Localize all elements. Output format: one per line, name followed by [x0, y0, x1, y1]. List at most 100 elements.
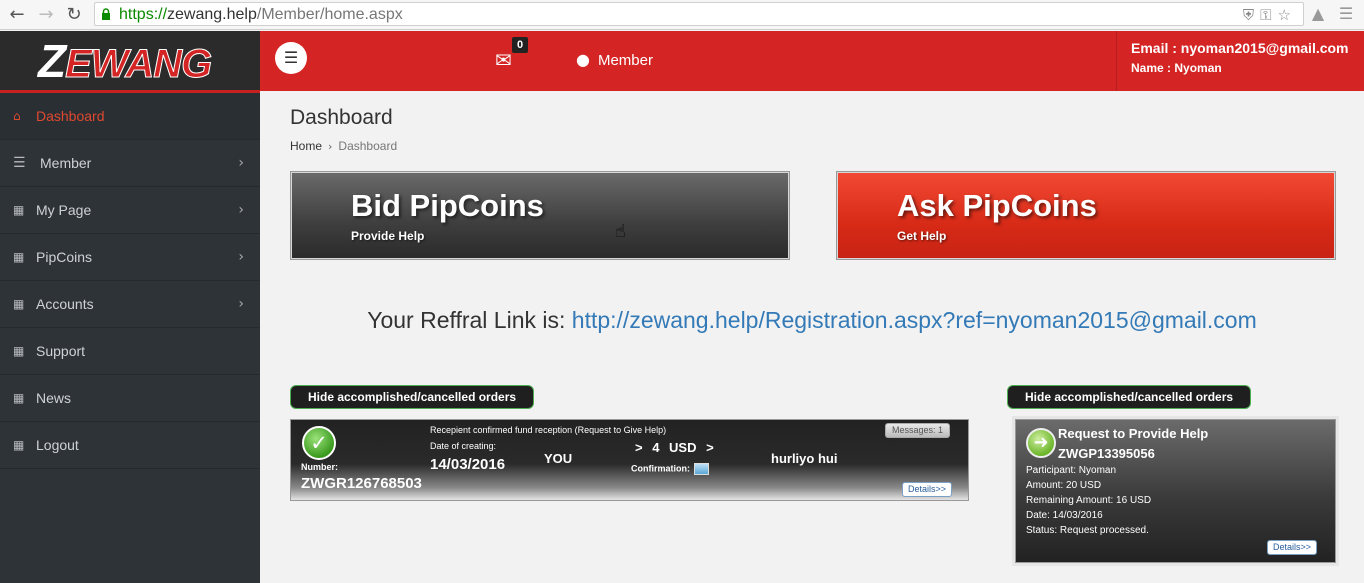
- hide-orders-button-right[interactable]: Hide accomplished/cancelled orders: [1007, 385, 1252, 409]
- envelope-icon[interactable]: ✉: [495, 48, 512, 72]
- bid-pipcoins-button[interactable]: Bid PipCoins Provide Help: [290, 171, 790, 260]
- sidebar-item-news[interactable]: ▦ News: [0, 375, 260, 422]
- sidebar-item-label: Support: [36, 343, 86, 359]
- mail-count-badge: 0: [512, 37, 529, 53]
- ask-title: Ask PipCoins: [897, 188, 1097, 223]
- breadcrumb: Home › Dashboard: [290, 139, 397, 153]
- table-icon: ▦: [13, 438, 25, 452]
- order-date: 14/03/2016: [430, 456, 506, 473]
- url-text: https://zewang.help/Member/home.aspx: [119, 6, 403, 24]
- table-icon: ▦: [13, 203, 25, 217]
- request-status: Status: Request processed.: [1026, 525, 1149, 536]
- check-icon: ✓: [302, 426, 336, 460]
- member-menu-link[interactable]: ● Member: [576, 50, 653, 69]
- request-card: ➜ Request to Provide Help ZWGP13395056 P…: [1015, 419, 1336, 563]
- messages-button[interactable]: Messages: 1: [885, 423, 951, 438]
- logo-area: ZEWANG: [0, 31, 260, 93]
- menu-toggle-button[interactable]: ☰: [275, 42, 307, 74]
- url-scheme: https://: [119, 6, 168, 23]
- ask-subtitle: Get Help: [897, 229, 947, 243]
- hide-orders-button-left[interactable]: Hide accomplished/cancelled orders: [290, 385, 535, 409]
- sidebar-item-support[interactable]: ▦ Support: [0, 328, 260, 375]
- order-number-label: Number:: [301, 462, 339, 472]
- request-title: Request to Provide Help: [1058, 426, 1209, 441]
- sidebar-item-label: Accounts: [36, 296, 94, 312]
- order-details-button[interactable]: Details>>: [902, 482, 953, 497]
- chevron-right-icon: ›: [328, 140, 333, 153]
- table-icon: ▦: [13, 391, 25, 405]
- referral-prefix: Your Reffral Link is:: [367, 307, 572, 333]
- address-bar-icons: ⛨⚿☆: [1243, 6, 1297, 24]
- extension-icon[interactable]: ▲: [1308, 4, 1328, 24]
- order-confirmation: Confirmation:: [631, 463, 709, 475]
- breadcrumb-current: Dashboard: [338, 139, 398, 153]
- order-amount: > 4 USD >: [635, 440, 714, 455]
- order-date-label: Date of creating:: [430, 441, 497, 451]
- chrome-menu-icon[interactable]: ☰: [1336, 4, 1356, 24]
- request-date: Date: 14/03/2016: [1026, 510, 1103, 521]
- url-host: zewang.help: [167, 6, 257, 23]
- bars-icon: ☰: [13, 155, 26, 171]
- sidebar: ⌂ Dashboard ☰ Member › ▦ My Page › ▦ Pip…: [0, 93, 260, 583]
- zewang-logo[interactable]: ZEWANG: [38, 35, 213, 90]
- referral-line: Your Reffral Link is: http://zewang.help…: [260, 307, 1364, 334]
- sidebar-item-label: Member: [40, 155, 92, 171]
- key-icon[interactable]: ⚿: [1260, 6, 1277, 24]
- page-title: Dashboard: [290, 106, 393, 129]
- main-content: Dashboard Home › Dashboard Bid PipCoins Pr…: [260, 91, 1364, 571]
- chevron-right-icon: ›: [238, 155, 244, 171]
- top-navbar: ☰ ✉ 0 ● Member Email : nyoman2015@gmail.c…: [260, 31, 1364, 91]
- reload-icon[interactable]: ↻: [63, 4, 85, 26]
- forward-arrow-icon[interactable]: →: [35, 4, 57, 26]
- user-icon: ●: [576, 50, 590, 69]
- chevron-right-icon: ›: [238, 202, 244, 218]
- home-icon: ⌂: [13, 109, 21, 123]
- sidebar-item-pipcoins[interactable]: ▦ PipCoins ›: [0, 234, 260, 281]
- table-icon: ▦: [13, 297, 25, 311]
- request-remaining: Remaining Amount: 16 USD: [1026, 495, 1152, 506]
- table-icon: ▦: [13, 344, 25, 358]
- address-bar[interactable]: https://zewang.help/Member/home.aspx ⛨⚿☆: [94, 2, 1304, 26]
- chevron-right-icon: ›: [238, 249, 244, 265]
- user-info: Email : nyoman2015@gmail.com Name : Nyom…: [1116, 31, 1364, 91]
- request-participant: Participant: Nyoman: [1026, 465, 1117, 476]
- user-email: Email : nyoman2015@gmail.com: [1131, 40, 1349, 56]
- bid-title: Bid PipCoins: [351, 188, 544, 223]
- order-receiver: hurliyo hui: [771, 451, 838, 466]
- url-path: /Member/home.aspx: [256, 6, 403, 23]
- hand-cursor-icon: ☝: [615, 221, 626, 242]
- sidebar-item-member[interactable]: ☰ Member ›: [0, 140, 260, 187]
- order-number: ZWGR126768503: [301, 475, 422, 492]
- order-card: ✓ Number: ZWGR126768503 Recepient confir…: [290, 419, 969, 501]
- arrow-right-icon: ➜: [1026, 428, 1056, 458]
- referral-link[interactable]: http://zewang.help/Registration.aspx?ref…: [572, 307, 1257, 333]
- table-icon: ▦: [13, 250, 25, 264]
- lock-icon: [102, 8, 110, 20]
- sidebar-item-logout[interactable]: ▦ Logout: [0, 422, 260, 469]
- bid-subtitle: Provide Help: [351, 229, 425, 243]
- logo-first-letter: Z: [38, 35, 66, 87]
- sidebar-item-label: News: [36, 390, 72, 406]
- breadcrumb-home[interactable]: Home: [290, 139, 322, 153]
- sidebar-item-label: Dashboard: [36, 108, 105, 124]
- sidebar-item-label: PipCoins: [36, 249, 93, 265]
- confirmation-label: Confirmation:: [631, 463, 690, 474]
- shield-icon[interactable]: ⛨: [1243, 6, 1260, 24]
- sidebar-item-accounts[interactable]: ▦ Accounts ›: [0, 281, 260, 328]
- request-details-button[interactable]: Details>>: [1267, 540, 1318, 555]
- hamburger-icon: ☰: [283, 48, 299, 67]
- confirmation-image-icon[interactable]: [694, 463, 709, 475]
- order-status: Recepient confirmed fund reception (Requ…: [430, 425, 667, 435]
- sidebar-item-my-page[interactable]: ▦ My Page ›: [0, 187, 260, 234]
- star-icon[interactable]: ☆: [1278, 6, 1297, 24]
- ask-pipcoins-button[interactable]: Ask PipCoins Get Help: [836, 171, 1336, 260]
- logo-rest: EWANG: [65, 42, 213, 87]
- sidebar-item-label: Logout: [36, 437, 79, 453]
- request-id: ZWGP13395056: [1058, 446, 1155, 461]
- back-arrow-icon[interactable]: ←: [6, 4, 28, 26]
- user-name: Name : Nyoman: [1131, 61, 1222, 75]
- sidebar-item-dashboard[interactable]: ⌂ Dashboard: [0, 93, 260, 140]
- browser-toolbar: ← → ↻ https://zewang.help/Member/home.as…: [0, 0, 1364, 30]
- sidebar-item-label: My Page: [36, 202, 92, 218]
- request-amount: Amount: 20 USD: [1026, 480, 1102, 491]
